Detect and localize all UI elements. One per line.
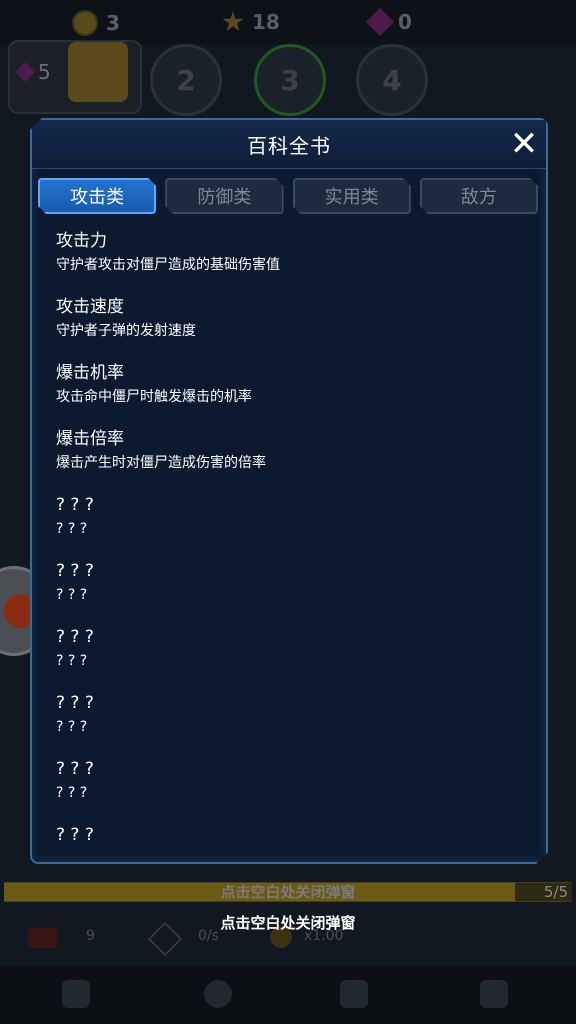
bottom-nav bbox=[0, 966, 576, 1024]
list-item: 爆击倍率 爆击产生时对僵尸造成伤害的倍率 bbox=[56, 426, 526, 492]
list-item: ? ? ? ? ? ? bbox=[56, 624, 526, 690]
entry-name: 攻击力 bbox=[56, 231, 107, 251]
coin-counter: 3 bbox=[72, 10, 120, 36]
entry-description: ? ? ? bbox=[56, 521, 88, 537]
close-icon: ✕ bbox=[509, 124, 539, 164]
entry-description: ? ? ? bbox=[56, 587, 88, 603]
coin-icon bbox=[72, 10, 98, 36]
star-count: 18 bbox=[252, 10, 280, 34]
nav-mascot-icon[interactable] bbox=[480, 980, 508, 1008]
entry-name: ? ? ? bbox=[56, 495, 94, 515]
gem-counter: 0 bbox=[365, 7, 412, 37]
level-3-button[interactable]: 3 bbox=[254, 44, 326, 116]
gem-count: 0 bbox=[398, 10, 412, 34]
modal-header: 百科全书 ✕ bbox=[32, 120, 546, 169]
gem-icon bbox=[15, 62, 35, 82]
entry-description: 攻击命中僵尸时触发爆击的机率 bbox=[56, 389, 252, 405]
level-number: 4 bbox=[382, 63, 402, 97]
list-item: ? ? ? ? ? ? bbox=[56, 558, 526, 624]
list-item: ? ? ? ? ? ? bbox=[56, 492, 526, 558]
gem-icon bbox=[365, 7, 395, 37]
entry-list: 攻击力 守护者攻击对僵尸造成的基础伤害值 攻击速度 守护者子弹的发射速度 爆击机… bbox=[56, 228, 526, 888]
wave-progress-count: 5/5 bbox=[543, 883, 568, 901]
entry-name: ? ? ? bbox=[56, 561, 94, 581]
video-ad-icon[interactable] bbox=[68, 42, 128, 102]
close-button[interactable]: ✕ bbox=[508, 128, 540, 160]
entry-description: 爆击产生时对僵尸造成伤害的倍率 bbox=[56, 455, 266, 471]
entry-description: ? ? ? bbox=[56, 653, 88, 669]
level-2-button[interactable]: 2 bbox=[150, 44, 222, 116]
level-number: 3 bbox=[280, 63, 300, 97]
gem-box-count-text: 5 bbox=[38, 60, 51, 84]
modal-title: 百科全书 bbox=[247, 134, 331, 158]
close-hint: 点击空白处关闭弹窗 bbox=[220, 914, 356, 932]
wave-progress-label: 点击空白处关闭弹窗 bbox=[220, 883, 356, 901]
entry-name: ? ? ? bbox=[56, 759, 94, 779]
tab-utility[interactable]: 实用类 bbox=[293, 178, 411, 214]
list-item: 攻击力 守护者攻击对僵尸造成的基础伤害值 bbox=[56, 228, 526, 294]
entry-name: 攻击速度 bbox=[56, 297, 124, 317]
entry-name: ? ? ? bbox=[56, 693, 94, 713]
gem-box-count: 5 bbox=[15, 60, 51, 84]
list-item: ? ? ? ? ? ? bbox=[56, 690, 526, 756]
tab-enemy[interactable]: 敌方 bbox=[420, 178, 538, 214]
entry-name: ? ? ? bbox=[56, 825, 94, 845]
entry-name: 爆击机率 bbox=[56, 363, 124, 383]
star-icon bbox=[222, 11, 244, 32]
list-item: ? ? ? ? ? ? bbox=[56, 756, 526, 822]
entry-description: 守护者攻击对僵尸造成的基础伤害值 bbox=[56, 257, 280, 273]
list-item: 爆击机率 攻击命中僵尸时触发爆击的机率 bbox=[56, 360, 526, 426]
star-counter: 18 bbox=[222, 10, 280, 34]
tab-attack[interactable]: 攻击类 bbox=[38, 178, 156, 214]
entry-description: ? ? ? bbox=[56, 785, 88, 801]
nav-star-icon[interactable] bbox=[340, 980, 368, 1008]
encyclopedia-modal: 百科全书 ✕ 攻击类 防御类 实用类 敌方 攻击力 守护者攻击对僵尸造成的基础伤… bbox=[30, 118, 548, 864]
level-4-button[interactable]: 4 bbox=[356, 44, 428, 116]
entry-description: 守护者子弹的发射速度 bbox=[56, 323, 196, 339]
list-item: 攻击速度 守护者子弹的发射速度 bbox=[56, 294, 526, 360]
entry-name: ? ? ? bbox=[56, 627, 94, 647]
category-tabs: 攻击类 防御类 实用类 敌方 bbox=[38, 178, 538, 214]
tab-defense[interactable]: 防御类 bbox=[165, 178, 283, 214]
level-number: 2 bbox=[176, 63, 196, 97]
coin-count: 3 bbox=[106, 11, 120, 35]
entry-name: 爆击倍率 bbox=[56, 429, 124, 449]
entry-description: ? ? ? bbox=[56, 719, 88, 735]
nav-shop-icon[interactable] bbox=[204, 980, 232, 1008]
nav-home-icon[interactable] bbox=[62, 980, 90, 1008]
